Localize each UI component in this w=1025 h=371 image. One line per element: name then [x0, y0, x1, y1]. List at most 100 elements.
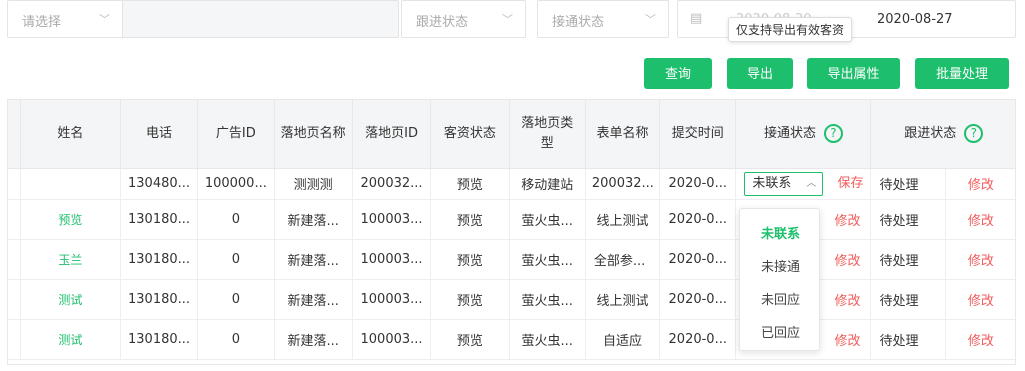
column-header-lead-status: 客资状态 — [430, 100, 510, 169]
connect-edit-link[interactable]: 修改 — [834, 334, 860, 349]
cell-page-name: 新建落... — [274, 199, 353, 240]
cell-page-id: 100003... — [352, 239, 432, 280]
follow-status-label: 跟进状态 — [416, 15, 469, 30]
edit-link[interactable]: 修改 — [945, 239, 1015, 280]
chevron-up-icon: ︿ — [806, 177, 817, 189]
cell-name[interactable]: 测试 — [20, 279, 121, 320]
column-header-page-name: 落地页名称 — [274, 100, 353, 169]
row-checkbox-cell — [8, 319, 21, 360]
column-header-phone: 电话 — [120, 100, 199, 169]
connect-status-value: 未联系 — [752, 175, 792, 191]
search-input[interactable] — [122, 0, 399, 38]
dropdown-option-no-response[interactable]: 未回应 — [740, 289, 821, 308]
cell-follow-status: 待处理 — [870, 239, 946, 280]
date-end[interactable]: 2020-08-27 — [877, 12, 953, 27]
table-header-row: 姓名 电话 广告ID 落地页名称 落地页ID 客资状态 落地页类型 表单名称 提… — [8, 100, 1015, 169]
cell-submit-time: 2020-0... — [659, 168, 737, 200]
column-header-name: 姓名 — [20, 100, 121, 169]
cell-lead-status: 预览 — [430, 199, 510, 240]
cell-page-id: 100003... — [352, 279, 432, 320]
table-row: 130480... 100000... 测测测 200032... 预览 移动建… — [8, 168, 1015, 200]
edit-link[interactable]: 修改 — [945, 199, 1015, 240]
cell-follow-status: 待处理 — [870, 199, 946, 240]
cell-lead-status: 预览 — [430, 239, 510, 280]
connect-status-select[interactable]: 未联系 ︿ — [744, 171, 824, 196]
cell-name[interactable]: 玉兰 — [20, 239, 121, 280]
export-attributes-button[interactable]: 导出属性 — [807, 58, 900, 89]
cell-form-name: 线上测试 — [585, 279, 661, 320]
batch-process-button[interactable]: 批量处理 — [915, 58, 1009, 89]
cell-page-id: 100003... — [352, 319, 432, 360]
cell-form-name: 200032... — [585, 168, 661, 200]
cell-page-type: 萤火虫... — [509, 199, 586, 240]
cell-form-name: 全部参... — [585, 239, 661, 280]
cell-page-name: 测测测 — [274, 168, 353, 200]
cell-submit-time: 2020-0... — [659, 279, 737, 320]
cell-name[interactable]: 测试 — [20, 319, 121, 360]
cell-page-type: 移动建站 — [509, 168, 586, 200]
cell-phone: 130180... — [120, 239, 199, 280]
cell-submit-time: 2020-0... — [659, 319, 737, 360]
follow-status-header-label: 跟进状态 — [904, 125, 957, 141]
dropdown-option-uncontacted[interactable]: 未联系 — [740, 223, 821, 242]
dropdown-option-responded[interactable]: 已回应 — [740, 322, 821, 341]
cell-name — [20, 168, 121, 200]
cell-follow-status: 待处理 — [870, 168, 946, 200]
table-row: 预览 130180... 0 新建落... 100003... 预览 萤火虫..… — [8, 199, 1015, 240]
row-checkbox-cell — [8, 168, 21, 200]
cell-follow-status: 待处理 — [870, 279, 946, 320]
column-header-submit-time: 提交时间 — [659, 100, 737, 169]
cell-connect-status: 未联系 ︿ 保存 — [735, 168, 872, 200]
table-row: 测试 130180... 0 新建落... 100003... 预览 萤火虫..… — [8, 319, 1015, 360]
chevron-down-icon: ﹀ — [99, 13, 110, 26]
column-header-form-name: 表单名称 — [585, 100, 661, 169]
column-header-page-type: 落地页类型 — [509, 100, 586, 169]
main-select[interactable]: 请选择 ﹀ — [7, 0, 122, 38]
cell-lead-status: 预览 — [430, 279, 510, 320]
connect-edit-link[interactable]: 修改 — [834, 214, 860, 229]
cell-name[interactable]: 预览 — [20, 199, 121, 240]
cell-submit-time: 2020-0... — [659, 199, 737, 240]
cell-phone: 130480... — [120, 168, 199, 200]
cell-ad-id: 0 — [197, 319, 275, 360]
cell-page-name: 新建落... — [274, 239, 353, 280]
cell-lead-status: 预览 — [430, 168, 510, 200]
filter-bar: 请选择 ﹀ 跟进状态 ﹀ 接通状态 ﹀ ▤ 2020-08-20 2020-08… — [7, 0, 1017, 38]
cell-page-name: 新建落... — [274, 279, 353, 320]
help-icon[interactable]: ? — [823, 123, 843, 143]
chevron-down-icon: ﹀ — [502, 13, 513, 26]
help-icon[interactable]: ? — [964, 123, 984, 143]
cell-phone: 130180... — [120, 199, 199, 240]
table-row: 玉兰 130180... 0 新建落... 100003... 预览 萤火虫..… — [8, 239, 1015, 280]
cell-phone: 130180... — [120, 279, 199, 320]
connect-edit-link[interactable]: 修改 — [834, 254, 860, 269]
edit-link[interactable]: 修改 — [945, 279, 1015, 320]
calendar-icon: ▤ — [690, 11, 703, 26]
follow-status-select[interactable]: 跟进状态 ﹀ — [401, 0, 526, 38]
edit-link[interactable]: 修改 — [945, 319, 1015, 360]
connect-status-dropdown: 未联系 未接通 未回应 已回应 — [739, 208, 820, 351]
connect-edit-link[interactable]: 修改 — [834, 294, 860, 309]
dropdown-option-not-connected[interactable]: 未接通 — [740, 256, 821, 275]
column-header-ad-id: 广告ID — [197, 100, 275, 169]
export-tooltip: 仅支持导出有效客资 — [728, 17, 853, 42]
cell-page-name: 新建落... — [274, 319, 353, 360]
connect-status-header-label: 接通状态 — [763, 125, 816, 141]
cell-ad-id: 0 — [197, 199, 275, 240]
connect-status-label: 接通状态 — [552, 15, 605, 30]
cell-page-type: 萤火虫... — [509, 319, 586, 360]
leads-table: 姓名 电话 广告ID 落地页名称 落地页ID 客资状态 落地页类型 表单名称 提… — [7, 99, 1016, 365]
row-checkbox-cell — [8, 199, 21, 240]
chevron-down-icon: ﹀ — [645, 13, 656, 26]
cell-page-type: 萤火虫... — [509, 239, 586, 280]
save-link[interactable]: 保存 — [838, 176, 864, 191]
cell-ad-id: 0 — [197, 279, 275, 320]
connect-status-select[interactable]: 接通状态 ﹀ — [537, 0, 669, 38]
query-button[interactable]: 查询 — [644, 58, 712, 89]
export-button[interactable]: 导出 — [727, 58, 793, 89]
edit-link[interactable]: 修改 — [945, 168, 1015, 200]
row-checkbox-cell — [8, 239, 21, 280]
cell-ad-id: 100000... — [197, 168, 275, 200]
cell-page-id: 100003... — [352, 199, 432, 240]
cell-follow-status: 待处理 — [870, 319, 946, 360]
